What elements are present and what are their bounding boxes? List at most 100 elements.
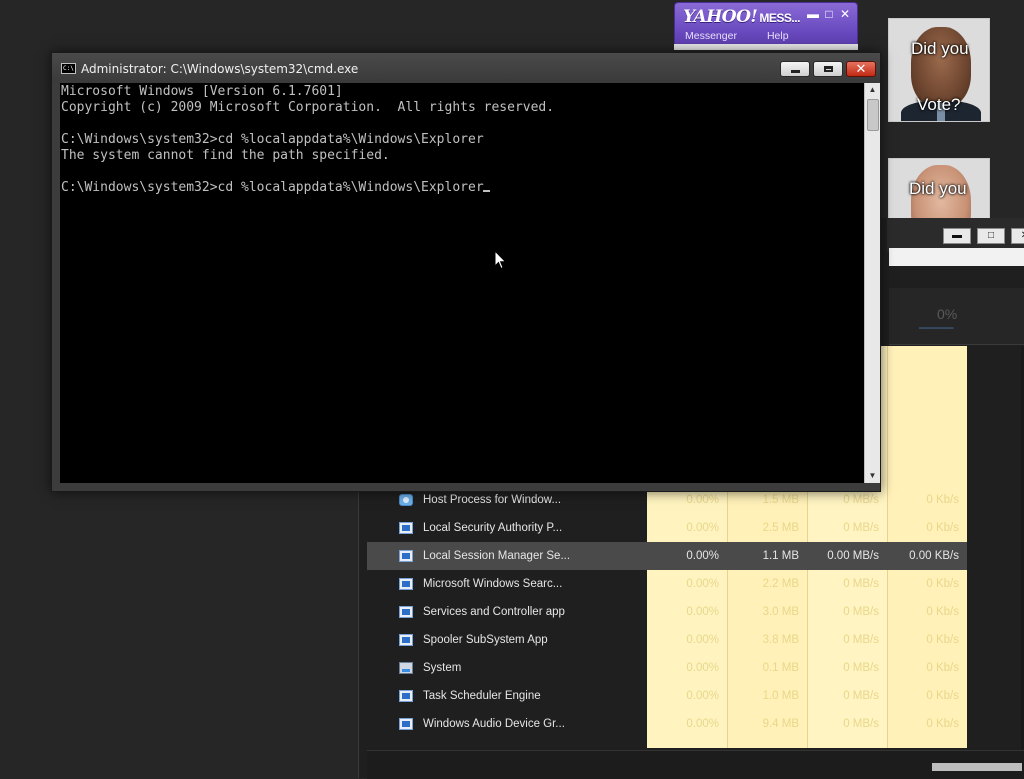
process-name: Windows Audio Device Gr... — [423, 718, 565, 730]
process-cpu: 0.00% — [686, 550, 719, 562]
process-disk: 0 MB/s — [843, 690, 879, 702]
app-window-icon — [399, 522, 413, 534]
process-cpu: 0.00% — [686, 690, 719, 702]
process-row[interactable]: Windows Audio Device Gr... 0.00% 9.4 MB 0 M… — [367, 710, 967, 738]
process-cpu: 0.00% — [686, 662, 719, 674]
scroll-thumb[interactable] — [867, 99, 879, 131]
text-cursor — [482, 190, 490, 192]
system-icon — [399, 662, 413, 674]
yahoo-logo-text: YAHOO! — [683, 7, 758, 27]
process-row[interactable]: Services and Controller app 0.00% 3.0 MB 0 … — [367, 598, 967, 626]
photo-tile-2[interactable]: Did you — [888, 158, 990, 220]
yahoo-logo-suffix: MESS... — [759, 11, 800, 25]
yahoo-window-controls: ▬ □ ✕ — [807, 7, 851, 21]
process-row[interactable]: Task Scheduler Engine 0.00% 1.0 MB 0 MB/s 0 … — [367, 682, 967, 710]
process-cpu: 0.00% — [686, 578, 719, 590]
console-line: Microsoft Windows [Version 6.1.7601] — [61, 84, 343, 99]
process-name: Services and Controller app — [423, 606, 565, 618]
process-disk: 0 MB/s — [843, 606, 879, 618]
process-cpu: 0.00% — [686, 522, 719, 534]
process-row[interactable]: Microsoft Windows Searc... 0.00% 2.2 MB 0 M… — [367, 570, 967, 598]
scroll-up-arrow-icon[interactable]: ▲ — [865, 83, 880, 97]
process-network: 0 Kb/s — [926, 494, 959, 506]
process-row[interactable]: Local Session Manager Se... 0.00% 1.1 MB 0.… — [367, 542, 967, 570]
cmd-title-bar[interactable]: C:\ Administrator: C:\Windows\system32\c… — [52, 53, 880, 83]
process-network: 0 Kb/s — [926, 690, 959, 702]
cpu-header-percent: 0% — [937, 306, 958, 322]
yahoo-minimize-button[interactable]: ▬ — [807, 7, 819, 21]
cmd-vertical-scrollbar[interactable]: ▲ ▼ — [864, 83, 880, 483]
process-disk: 0 MB/s — [843, 662, 879, 674]
cpu-column-header[interactable]: 0% ▔▔▔▔▔ — [889, 288, 1024, 345]
process-disk: 0 MB/s — [843, 578, 879, 590]
gear-icon — [399, 494, 413, 506]
cmd-app-icon-text: C:\ — [63, 65, 74, 72]
console-text: Microsoft Windows [Version 6.1.7601] Copy… — [61, 84, 554, 196]
process-disk: 0 MB/s — [843, 634, 879, 646]
yahoo-menu-help[interactable]: Help — [767, 30, 789, 42]
cmd-window[interactable]: C:\ Administrator: C:\Windows\system32\c… — [51, 52, 881, 492]
process-name: Local Security Authority P... — [423, 522, 563, 534]
process-disk: 0.00 MB/s — [827, 550, 879, 562]
process-list: Host Process for Window... 0.00% 1.5 MB 0 M… — [367, 486, 967, 738]
process-memory: 1.0 MB — [762, 690, 799, 702]
app-window-icon — [399, 606, 413, 618]
yahoo-menu-bar: Messenger Help — [685, 30, 789, 42]
process-row[interactable]: System 0.00% 0.1 MB 0 MB/s 0 Kb/s — [367, 654, 967, 682]
task-manager-minimize-button[interactable]: ▬ — [943, 228, 971, 244]
process-network: 0 Kb/s — [926, 522, 959, 534]
task-manager-footer — [367, 750, 1024, 779]
close-icon: ✕ — [855, 61, 867, 77]
process-memory: 3.0 MB — [762, 606, 799, 618]
process-row[interactable]: Spooler SubSystem App 0.00% 3.8 MB 0 MB/s 0 … — [367, 626, 967, 654]
task-manager-maximize-button[interactable]: □ — [977, 228, 1005, 244]
yahoo-close-button[interactable]: ✕ — [839, 7, 851, 21]
app-window-icon — [399, 690, 413, 702]
process-cpu: 0.00% — [686, 718, 719, 730]
photo-caption-line-1: Did you — [911, 39, 969, 58]
process-row[interactable]: Local Security Authority P... 0.00% 2.5 MB… — [367, 514, 967, 542]
console-line: C:\Windows\system32>cd %localappdata%\Wi… — [61, 132, 484, 147]
task-manager-search-bar[interactable] — [889, 248, 1024, 266]
yahoo-messenger-window[interactable]: YAHOO! MESS... ▬ □ ✕ Messenger Help — [674, 2, 858, 50]
cmd-title-text: Administrator: C:\Windows\system32\cmd.e… — [81, 62, 359, 76]
cmd-console-output[interactable]: Microsoft Windows [Version 6.1.7601] Copy… — [60, 83, 864, 483]
horizontal-scrollbar[interactable] — [932, 763, 1022, 771]
yahoo-logo: YAHOO! MESS... — [683, 7, 800, 27]
console-prompt-line[interactable]: C:\Windows\system32>cd %localappdata%\Wi… — [61, 180, 554, 196]
process-name: Task Scheduler Engine — [423, 690, 541, 702]
console-line: The system cannot find the path specifie… — [61, 148, 390, 163]
photo-tile-1[interactable]: Did you Vote? — [888, 18, 990, 122]
yahoo-maximize-button[interactable]: □ — [823, 7, 835, 21]
scroll-down-arrow-icon[interactable]: ▼ — [865, 469, 880, 483]
process-memory: 0.1 MB — [762, 662, 799, 674]
cmd-app-icon[interactable]: C:\ — [61, 63, 76, 74]
cmd-close-button[interactable]: ✕ — [846, 61, 876, 77]
process-name: Microsoft Windows Searc... — [423, 578, 563, 590]
cmd-minimize-button[interactable] — [780, 61, 810, 77]
task-manager-close-button[interactable]: ✕ — [1011, 228, 1024, 244]
cmd-maximize-button[interactable] — [813, 61, 843, 77]
process-network: 0 Kb/s — [926, 578, 959, 590]
process-name: Spooler SubSystem App — [423, 634, 548, 646]
process-disk: 0 MB/s — [843, 494, 879, 506]
process-network: 0 Kb/s — [926, 718, 959, 730]
process-memory: 9.4 MB — [762, 718, 799, 730]
process-disk: 0 MB/s — [843, 522, 879, 534]
process-memory: 2.5 MB — [762, 522, 799, 534]
process-cpu: 0.00% — [686, 634, 719, 646]
process-network: 0 Kb/s — [926, 634, 959, 646]
app-window-icon — [399, 718, 413, 730]
yahoo-menu-messenger[interactable]: Messenger — [685, 30, 737, 42]
process-cpu: 0.00% — [686, 606, 719, 618]
process-name: Local Session Manager Se... — [423, 550, 571, 562]
photo-caption-line-2: Vote? — [917, 95, 961, 114]
process-memory: 1.1 MB — [762, 550, 799, 562]
task-manager-title-bar: ▬ □ ✕ — [887, 218, 1024, 252]
process-network: 0 Kb/s — [926, 606, 959, 618]
yahoo-window-strip — [674, 44, 858, 50]
process-name: System — [423, 662, 462, 674]
process-network: 0.00 KB/s — [909, 550, 959, 562]
app-window-icon — [399, 550, 413, 562]
